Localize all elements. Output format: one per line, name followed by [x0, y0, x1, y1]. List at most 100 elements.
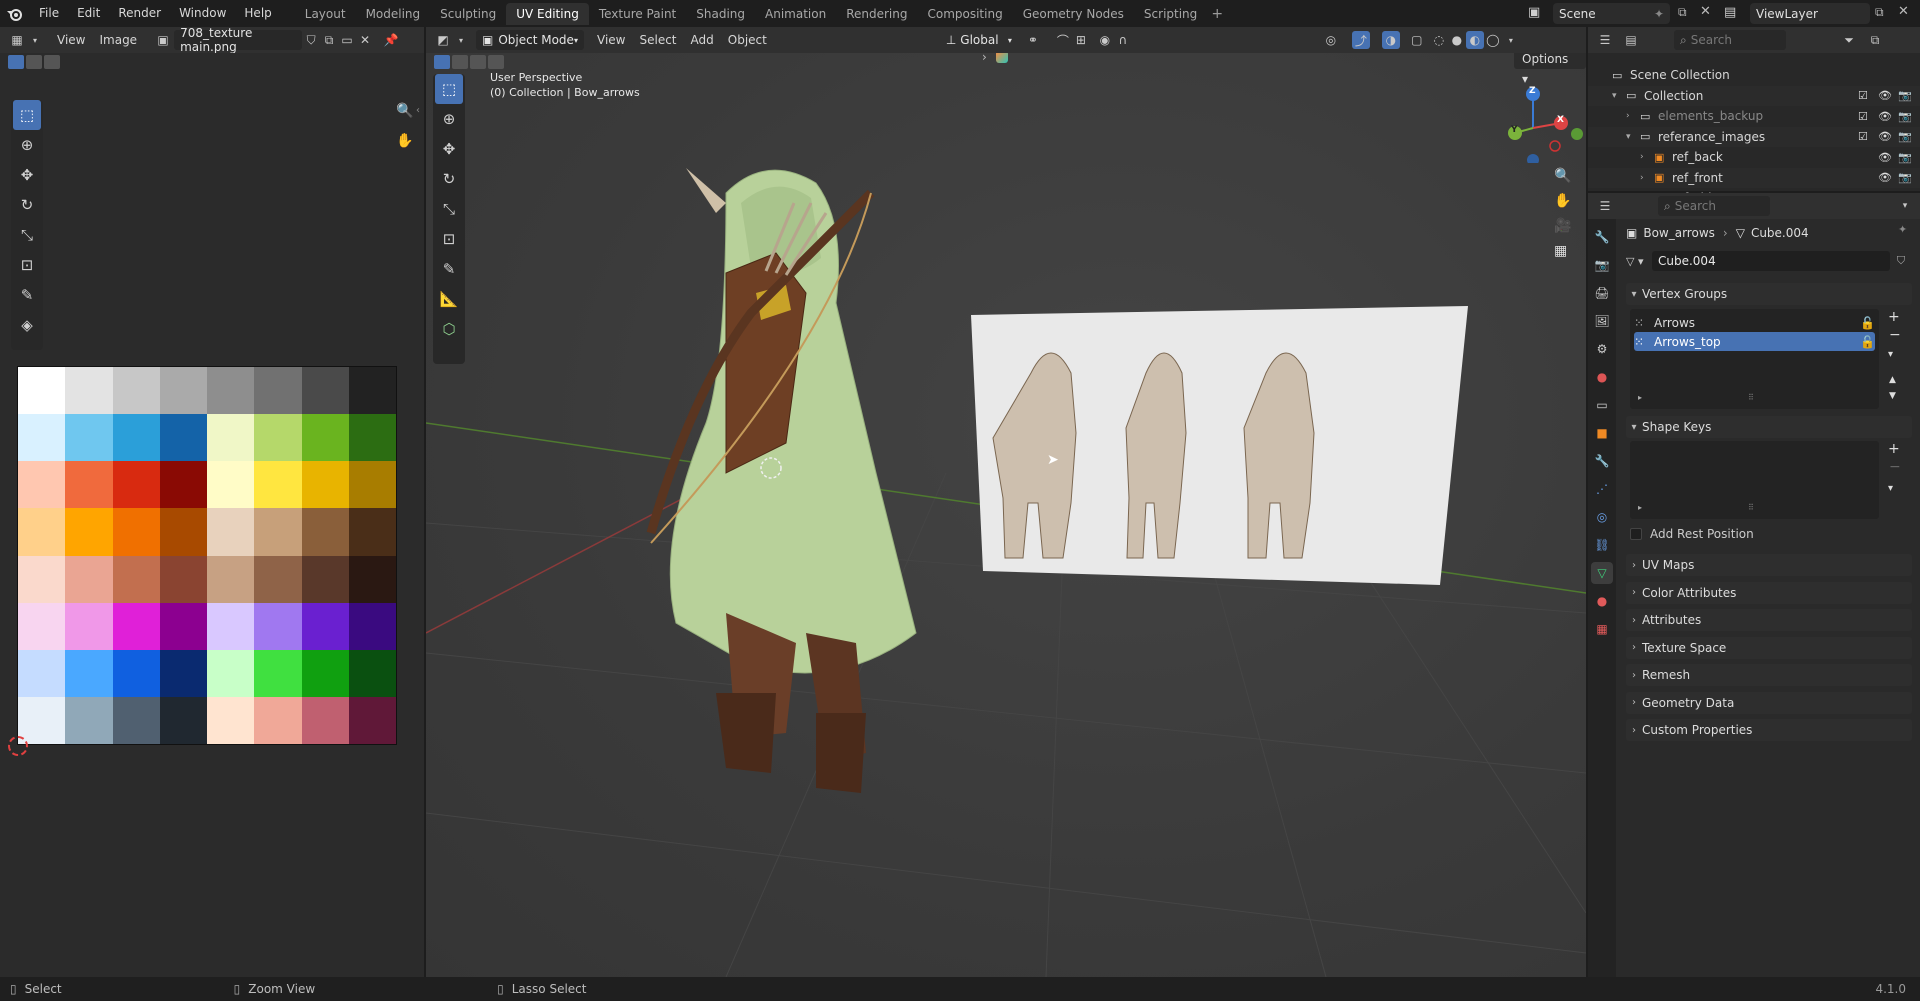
tab-view-layer-icon[interactable]: 🖼 — [1591, 310, 1613, 332]
list-item[interactable]: ⁙ Arrows 🔓 — [1634, 313, 1875, 332]
new-collection-icon[interactable]: ⧉ — [1866, 31, 1884, 49]
palette-swatch[interactable] — [112, 649, 160, 697]
zoom-icon[interactable]: 🔍 — [396, 103, 413, 119]
tab-layout[interactable]: Layout — [295, 3, 356, 25]
palette-swatch[interactable] — [18, 649, 66, 697]
move-tool-icon[interactable]: ✥ — [435, 134, 463, 164]
shape-key-add-button[interactable]: + — [1888, 441, 1900, 457]
tab-scripting[interactable]: Scripting — [1134, 3, 1207, 25]
palette-swatch[interactable] — [301, 555, 349, 603]
camera-view-icon[interactable]: 🎥 — [1554, 218, 1571, 234]
palette-swatch[interactable] — [159, 367, 207, 415]
grab-tool-icon[interactable]: ◈ — [13, 310, 41, 340]
tab-texture-paint[interactable]: Texture Paint — [589, 3, 686, 25]
palette-swatch[interactable] — [159, 649, 207, 697]
tab-geometry-nodes[interactable]: Geometry Nodes — [1013, 3, 1134, 25]
expand-toggle-icon[interactable]: ▾ — [1626, 132, 1631, 142]
perspective-toggle-icon[interactable]: ▦ — [1554, 243, 1567, 259]
palette-swatch[interactable] — [112, 508, 160, 556]
chevron-down-icon[interactable]: ▾ — [1896, 197, 1914, 215]
tab-scene-icon[interactable]: ⚙ — [1591, 338, 1613, 360]
snap-target-icon[interactable]: ⊞ — [1072, 31, 1090, 49]
collapse-arrow-icon[interactable]: ‹ — [416, 105, 420, 116]
annotate-tool-icon[interactable]: ✎ — [435, 254, 463, 284]
palette-swatch[interactable] — [348, 508, 396, 556]
2d-cursor-icon[interactable] — [8, 736, 28, 756]
tab-sculpting[interactable]: Sculpting — [430, 3, 506, 25]
mesh-select-icon[interactable] — [488, 55, 504, 69]
palette-swatch[interactable] — [254, 461, 302, 509]
add-cube-tool-icon[interactable]: ⬡ — [435, 314, 463, 344]
transform-tool-icon[interactable]: ⊡ — [13, 250, 41, 280]
mode-dropdown[interactable]: ▣ Object Mode ▾ — [476, 30, 584, 50]
display-mode-icon[interactable]: ▤ — [1622, 31, 1640, 49]
move-up-icon[interactable]: ▲ — [1889, 375, 1896, 385]
palette-swatch[interactable] — [159, 414, 207, 462]
tab-material-icon[interactable]: ● — [1591, 590, 1613, 612]
collapsed-panel-header[interactable]: › Remesh — [1626, 664, 1912, 686]
shape-keys-panel-header[interactable]: ▾ Shape Keys — [1626, 416, 1912, 438]
proportional-edit-icon[interactable]: ◉ — [1096, 31, 1114, 49]
scene-selector[interactable]: Scene ✦ — [1553, 3, 1670, 24]
material-shading-icon[interactable]: ◐ — [1465, 31, 1484, 49]
palette-swatch[interactable] — [254, 602, 302, 650]
rotate-tool-icon[interactable]: ↻ — [435, 164, 463, 194]
menu-add[interactable]: Add — [684, 30, 721, 50]
expand-toggle-icon[interactable]: › — [1640, 173, 1644, 183]
pin-icon[interactable]: ✦ — [1654, 7, 1664, 21]
solid-shading-icon[interactable]: ● — [1448, 31, 1466, 49]
menu-render[interactable]: Render — [109, 0, 170, 27]
tab-collection-icon[interactable]: ▭ — [1591, 394, 1613, 416]
new-scene-icon[interactable]: ⧉ — [1678, 5, 1687, 20]
tab-modeling[interactable]: Modeling — [356, 3, 431, 25]
palette-swatch[interactable] — [254, 696, 302, 744]
overlay-toggle-icon[interactable]: ◑ — [1381, 31, 1400, 49]
palette-swatch[interactable] — [18, 555, 66, 603]
render-camera-icon[interactable]: 📷 — [1898, 171, 1912, 184]
palette-swatch[interactable] — [207, 649, 255, 697]
exclude-checkbox-icon[interactable]: ☑ — [1858, 89, 1868, 102]
tab-render-icon[interactable]: 📷 — [1591, 254, 1613, 276]
xray-icon[interactable]: ▢ — [1408, 31, 1426, 49]
palette-swatch[interactable] — [112, 461, 160, 509]
outliner-row[interactable]: ▾ ▭ Collection ☑ 👁 📷 — [1588, 85, 1920, 106]
filter-icon[interactable]: ⏷ — [1840, 31, 1858, 49]
image-name-field[interactable]: 708_texture main.png — [174, 26, 303, 54]
palette-swatch[interactable] — [112, 555, 160, 603]
palette-swatch[interactable] — [65, 461, 113, 509]
expand-toggle-icon[interactable]: › — [1640, 152, 1644, 162]
menu-help[interactable]: Help — [235, 0, 280, 27]
edge-select-icon[interactable] — [26, 55, 42, 69]
editor-type-icon[interactable]: ☰ — [1596, 31, 1614, 49]
palette-swatch[interactable] — [207, 367, 255, 415]
add-rest-position-checkbox[interactable] — [1630, 528, 1642, 540]
palette-swatch[interactable] — [159, 461, 207, 509]
palette-swatch[interactable] — [207, 508, 255, 556]
remove-scene-icon[interactable]: ✕ — [1700, 4, 1711, 19]
new-viewlayer-icon[interactable]: ⧉ — [1875, 5, 1884, 20]
visibility-eye-icon[interactable]: 👁 — [1878, 171, 1892, 184]
lock-icon[interactable]: 🔓 — [1860, 316, 1875, 330]
tab-physics-icon[interactable]: ◎ — [1591, 506, 1613, 528]
pan-hand-icon[interactable]: ✋ — [396, 133, 413, 149]
zoom-icon[interactable]: 🔍 — [1554, 168, 1571, 184]
viewport-canvas[interactable]: › ⬚ ⊕ ✥ ↻ ⤡ ⊡ ✎ 📐 ⬡ User Perspective (0)… — [426, 53, 1586, 977]
palette-swatch[interactable] — [348, 461, 396, 509]
scale-tool-icon[interactable]: ⤡ — [13, 220, 41, 250]
mesh-browse-icon[interactable]: ▽ ▾ — [1626, 255, 1652, 268]
palette-swatch[interactable] — [18, 602, 66, 650]
annotate-tool-icon[interactable]: ✎ — [13, 280, 41, 310]
image-editor-canvas[interactable]: ⬚ ⊕ ✥ ↻ ⤡ ⊡ ✎ ◈ 🔍 ✋ ‹ — [0, 53, 424, 977]
tab-mesh-data-icon[interactable]: ▽ — [1591, 562, 1613, 584]
palette-swatch[interactable] — [301, 696, 349, 744]
palette-swatch[interactable] — [301, 602, 349, 650]
tab-particles-icon[interactable]: ⋰ — [1591, 478, 1613, 500]
list-expand-icon[interactable]: ▸ — [1638, 503, 1642, 512]
tab-animation[interactable]: Animation — [755, 3, 836, 25]
palette-swatch[interactable] — [348, 414, 396, 462]
new-image-icon[interactable]: ⧉ — [320, 31, 338, 49]
rotate-tool-icon[interactable]: ↻ — [13, 190, 41, 220]
palette-swatch[interactable] — [207, 555, 255, 603]
move-tool-icon[interactable]: ✥ — [13, 160, 41, 190]
texture-color-palette[interactable] — [17, 366, 397, 745]
